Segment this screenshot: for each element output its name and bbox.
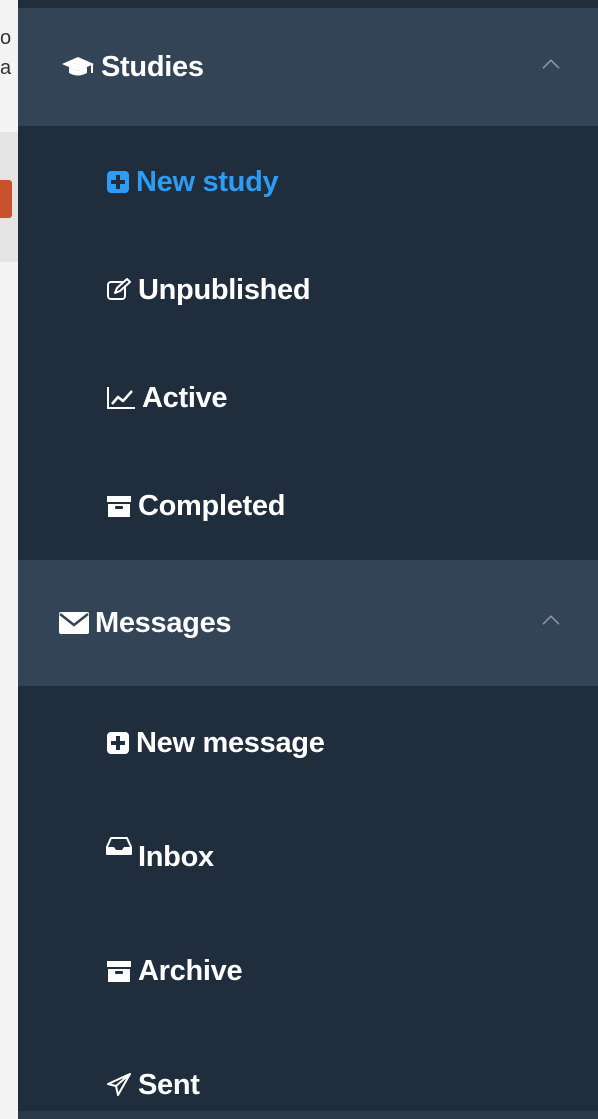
background-accent-button bbox=[0, 180, 12, 218]
section-title-studies: Studies bbox=[101, 50, 204, 83]
sidebar-item-label: Inbox bbox=[138, 840, 214, 873]
edit-icon bbox=[106, 278, 132, 302]
plus-square-icon bbox=[106, 731, 130, 755]
chevron-up-icon[interactable] bbox=[542, 56, 560, 74]
sidebar: Studies New study Unpublished Active Com… bbox=[18, 0, 598, 1119]
background-page-sliver: o a bbox=[0, 0, 19, 1119]
background-text-fragment: a bbox=[0, 57, 12, 79]
sidebar-item-label: New message bbox=[136, 726, 325, 759]
sidebar-item-label: Active bbox=[142, 381, 228, 414]
sidebar-bottom-strip bbox=[18, 1111, 598, 1119]
section-header-messages[interactable]: Messages bbox=[18, 560, 598, 686]
sidebar-item-label: New study bbox=[136, 165, 279, 198]
line-chart-icon bbox=[106, 386, 136, 410]
section-items-messages: New message Inbox Archive Sent bbox=[18, 686, 598, 1119]
sidebar-item-label: Sent bbox=[138, 1068, 200, 1101]
section-header-studies[interactable]: Studies bbox=[18, 8, 598, 126]
inbox-icon bbox=[106, 836, 132, 856]
sidebar-item-label: Completed bbox=[138, 489, 286, 522]
sidebar-item-label: Unpublished bbox=[138, 273, 311, 306]
plus-square-icon bbox=[106, 170, 130, 194]
background-text-fragment: o bbox=[0, 27, 12, 49]
sidebar-item-sent[interactable]: Sent bbox=[18, 1028, 598, 1119]
sidebar-item-unpublished[interactable]: Unpublished bbox=[18, 236, 598, 344]
sidebar-item-completed[interactable]: Completed bbox=[18, 452, 598, 560]
paper-plane-icon bbox=[106, 1073, 132, 1097]
page: o a Studies New study Unpublished Active… bbox=[0, 0, 598, 1119]
sidebar-item-new-study[interactable]: New study bbox=[18, 128, 598, 236]
sidebar-item-new-message[interactable]: New message bbox=[18, 686, 598, 800]
sidebar-item-active[interactable]: Active bbox=[18, 344, 598, 452]
archive-icon bbox=[106, 959, 132, 983]
section-items-studies: New study Unpublished Active Completed bbox=[18, 126, 598, 560]
sidebar-item-label: Archive bbox=[138, 954, 243, 987]
archive-icon bbox=[106, 494, 132, 518]
chevron-up-icon[interactable] bbox=[542, 612, 560, 630]
sidebar-item-archive[interactable]: Archive bbox=[18, 914, 598, 1028]
sidebar-item-inbox[interactable]: Inbox bbox=[18, 800, 598, 914]
graduation-cap-icon bbox=[61, 56, 95, 78]
section-title-messages: Messages bbox=[95, 606, 232, 639]
envelope-icon bbox=[59, 612, 89, 634]
